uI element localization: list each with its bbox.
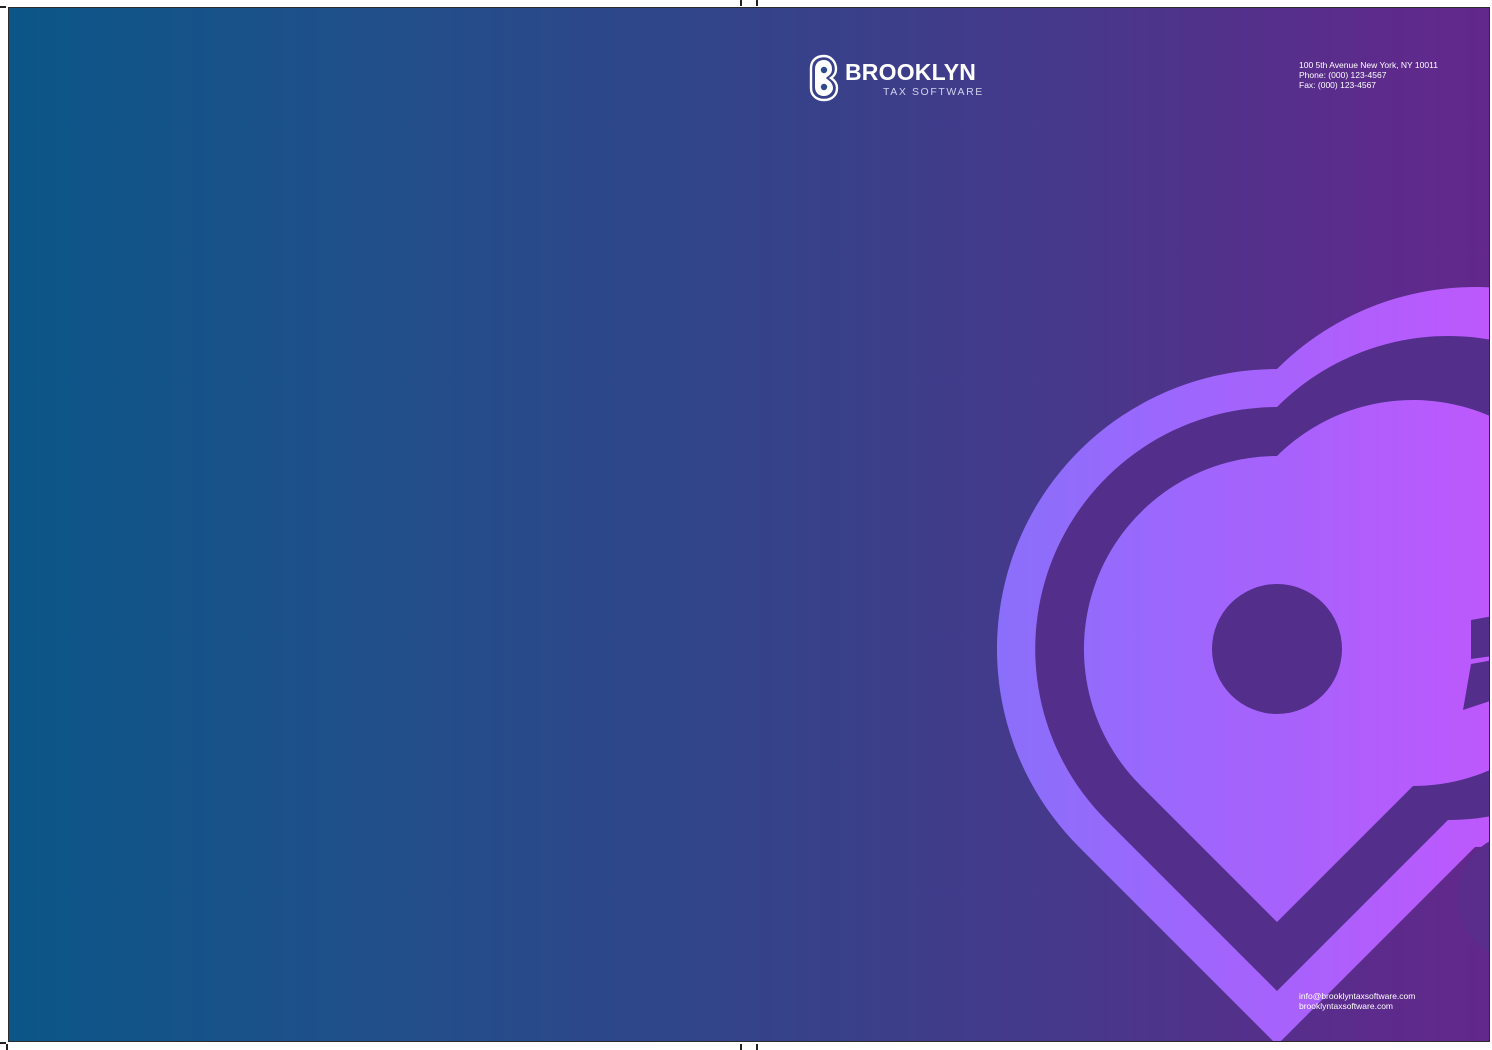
contact-info: 100 5th Avenue New York, NY 10011 Phone:… xyxy=(1299,60,1438,90)
crop-mark-bottom-center-right xyxy=(756,1044,758,1050)
crop-mark-top-center-left xyxy=(740,0,742,6)
contact-phone: Phone: (000) 123-4567 xyxy=(1299,70,1387,80)
web-info: info@brooklyntaxsoftware.com brooklyntax… xyxy=(1299,991,1415,1011)
folder-cover: BROOKLYN TAX SOFTWARE 100 5th Avenue New… xyxy=(8,7,1490,1042)
contact-address: 100 5th Avenue New York, NY 10011 xyxy=(1299,60,1438,70)
contact-email: info@brooklyntaxsoftware.com xyxy=(1299,991,1416,1001)
crop-mark-bottom-left-vertical xyxy=(6,1044,8,1050)
pin-right-notch xyxy=(1471,616,1489,659)
contact-website: brooklyntaxsoftware.com xyxy=(1299,1001,1394,1011)
brand-pin-graphic xyxy=(996,287,1489,1041)
crop-mark-top-left xyxy=(0,6,6,8)
contact-fax: Fax: (000) 123-4567 xyxy=(1299,80,1377,90)
folder-cover-page: BROOKLYN TAX SOFTWARE 100 5th Avenue New… xyxy=(0,0,1492,1050)
pin-center-hole xyxy=(1212,584,1342,714)
brand-logo: BROOKLYN TAX SOFTWARE xyxy=(809,54,994,104)
brand-name: BROOKLYN xyxy=(845,59,977,85)
crop-mark-bottom-center-left xyxy=(740,1044,742,1050)
b-monogram-icon xyxy=(809,54,839,102)
crop-mark-top-center-right xyxy=(756,0,758,6)
brand-tagline: TAX SOFTWARE xyxy=(883,86,984,98)
